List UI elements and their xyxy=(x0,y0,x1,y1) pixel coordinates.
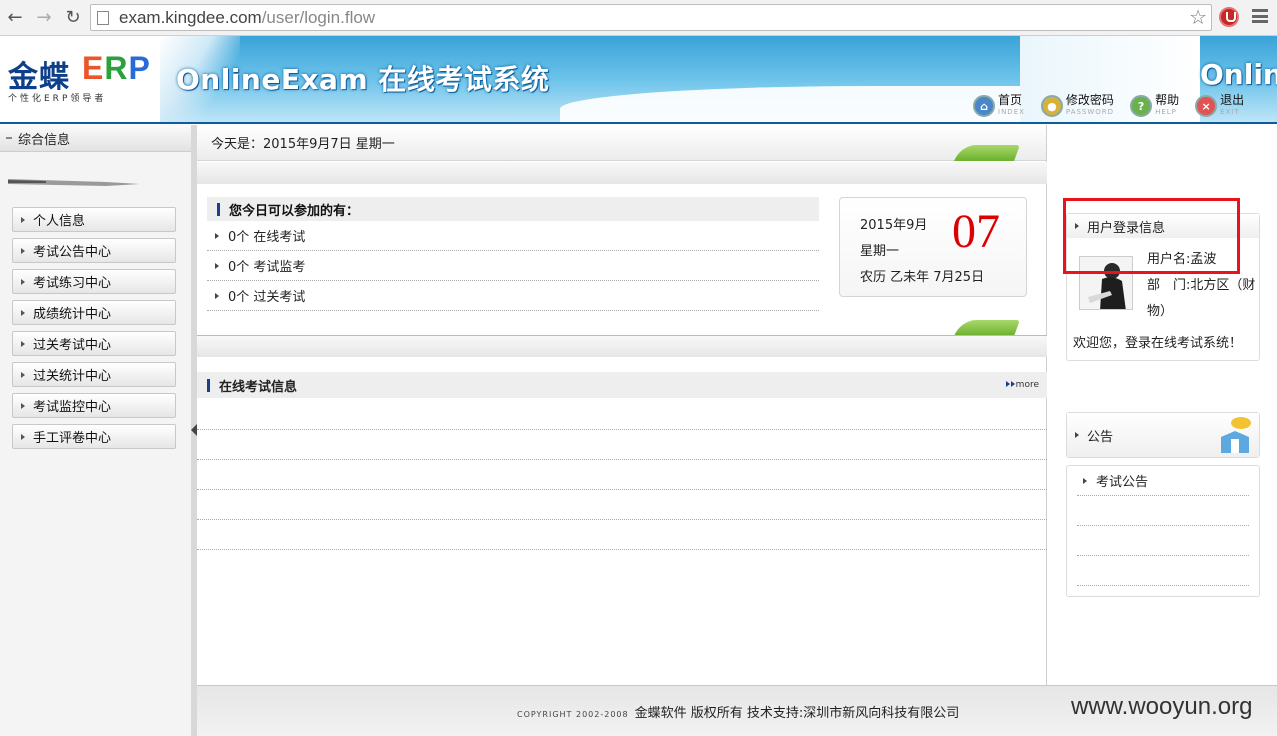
logo-erp: ERP xyxy=(82,50,151,86)
system-title: OnlineExam 在线考试系统 xyxy=(176,63,550,96)
calendar-card: 2015年9月 星期一 农历 乙未年 7月25日 07 xyxy=(839,197,1027,297)
arrow-right-icon xyxy=(1075,432,1079,438)
logo-cn: 金蝶 xyxy=(8,60,70,95)
sidebar-item-pass-stats[interactable]: 过关统计中心 xyxy=(12,362,176,387)
arrow-right-icon xyxy=(1083,477,1087,484)
highlight-frame xyxy=(1063,198,1240,274)
logo: 金蝶 ERP 个性化ERP领导者 xyxy=(0,36,160,122)
arrow-right-icon xyxy=(21,278,25,285)
top-nav: ⌂ 首页 INDEX ● 修改密码 PASSWORD ? 帮助 HELP × 退出 EX… xyxy=(973,94,1244,117)
logo-slogan: 个性化ERP领导者 xyxy=(8,94,107,104)
arrow-right-icon xyxy=(21,433,25,440)
online-exam-info-header: 在线考试信息 more xyxy=(197,372,1047,398)
arrow-right-icon xyxy=(215,292,219,299)
home-icon: ⌂ xyxy=(973,95,995,117)
sidebar-item-exam-monitor[interactable]: 考试监控中心 xyxy=(12,393,176,418)
today-bar: 今天是：2015年9月7日 星期一 xyxy=(197,125,1046,161)
calendar-lunar: 农历 乙未年 7月25日 xyxy=(860,270,985,285)
sidebar-item-manual-grading[interactable]: 手工评卷中心 xyxy=(12,424,176,449)
double-arrow-icon xyxy=(1005,381,1010,387)
exit-icon: × xyxy=(1195,95,1218,117)
reload-icon[interactable]: ↻ xyxy=(62,6,84,28)
more-link[interactable]: more xyxy=(1005,380,1039,390)
bookmark-star-icon[interactable]: ☆ xyxy=(1189,5,1207,29)
today-exams-panel: 您今日可以参加的有： 0个 在线考试 0个 考试监考 0个 过关考试 xyxy=(207,197,819,311)
department: 部 门:北方区（财 xyxy=(1147,278,1256,293)
notice-megaphone-icon xyxy=(1221,417,1251,453)
exam-row-pass[interactable]: 0个 过关考试 xyxy=(207,281,819,311)
arrow-right-icon xyxy=(21,371,25,378)
calendar-weekday: 星期一 xyxy=(860,244,900,259)
notice-item-exam[interactable]: 考试公告 xyxy=(1077,466,1249,496)
exam-row-online[interactable]: 0个 在线考试 xyxy=(207,221,819,251)
welcome-text: 欢迎您，登录在线考试系统！ xyxy=(1073,336,1243,351)
extension-icon[interactable] xyxy=(1219,7,1239,27)
sidebar-item-score-stats[interactable]: 成绩统计中心 xyxy=(12,300,176,325)
arrow-right-icon xyxy=(215,262,219,269)
sidebar-title: 综合信息 xyxy=(18,132,71,148)
sidebar-item-exam-notice[interactable]: 考试公告中心 xyxy=(12,238,176,263)
lock-icon: ● xyxy=(1040,95,1063,117)
help-link[interactable]: ? 帮助 HELP xyxy=(1130,94,1179,117)
footer-text: 金蝶软件 版权所有 技术支持:深圳市新风向科技有限公司 xyxy=(634,706,960,721)
sidebar-menu: 个人信息 考试公告中心 考试练习中心 成绩统计中心 过关考试中心 过关统计中心 … xyxy=(12,207,176,455)
notice-list-box: 考试公告 xyxy=(1066,465,1260,597)
arrow-right-icon xyxy=(215,232,219,239)
arrow-right-icon xyxy=(21,247,25,254)
calendar-year-month: 2015年9月 xyxy=(860,218,928,233)
page-icon xyxy=(97,11,109,25)
back-icon[interactable]: ← xyxy=(4,6,26,28)
change-password-link[interactable]: ● 修改密码 PASSWORD xyxy=(1040,94,1114,117)
browser-toolbar: ← → ↻ exam.kingdee.com/user/login.flow ☆ xyxy=(0,0,1277,36)
url-text: exam.kingdee.com/user/login.flow xyxy=(119,8,376,27)
sidebar: 综合信息 个人信息 考试公告中心 考试练习中心 成绩统计中心 过关考试中心 过关… xyxy=(0,125,197,736)
forward-icon[interactable]: → xyxy=(33,6,55,28)
home-link[interactable]: ⌂ 首页 INDEX xyxy=(973,94,1025,117)
address-bar[interactable]: exam.kingdee.com/user/login.flow ☆ xyxy=(90,4,1212,31)
main-content: 今天是：2015年9月7日 星期一 您今日可以参加的有： 0个 在线考试 0个 … xyxy=(197,125,1047,685)
notice-box: 公告 xyxy=(1066,412,1260,458)
arrow-right-icon xyxy=(21,340,25,347)
help-icon: ? xyxy=(1130,95,1153,117)
calendar-day: 07 xyxy=(952,205,1000,258)
copyright: COPYRIGHT 2002-2008 xyxy=(517,710,629,719)
header-banner: 金蝶 ERP 个性化ERP领导者 OnlineExam 在线考试系统 Onlin… xyxy=(0,36,1277,124)
watermark: www.wooyun.org xyxy=(1071,693,1253,720)
collapse-icon xyxy=(6,137,12,139)
sidebar-item-personal-info[interactable]: 个人信息 xyxy=(12,207,176,232)
system-title-repeat: Online xyxy=(1200,58,1277,91)
arrow-right-icon xyxy=(21,309,25,316)
arrow-right-icon xyxy=(21,402,25,409)
exit-link[interactable]: × 退出 EXIT xyxy=(1195,94,1244,117)
exam-row-proctor[interactable]: 0个 考试监考 xyxy=(207,251,819,281)
sidebar-item-exam-practice[interactable]: 考试练习中心 xyxy=(12,269,176,294)
info-title: 在线考试信息 xyxy=(219,379,298,395)
department-cont: 物） xyxy=(1147,304,1174,319)
pen-icon xyxy=(8,179,140,186)
browser-menu-icon[interactable] xyxy=(1252,9,1268,23)
sidebar-item-pass-exam[interactable]: 过关考试中心 xyxy=(12,331,176,356)
sidebar-header[interactable]: 综合信息 xyxy=(0,125,191,152)
today-date: 今天是：2015年9月7日 星期一 xyxy=(211,137,395,152)
panel-title: 您今日可以参加的有： xyxy=(207,197,819,221)
arrow-right-icon xyxy=(21,216,25,223)
